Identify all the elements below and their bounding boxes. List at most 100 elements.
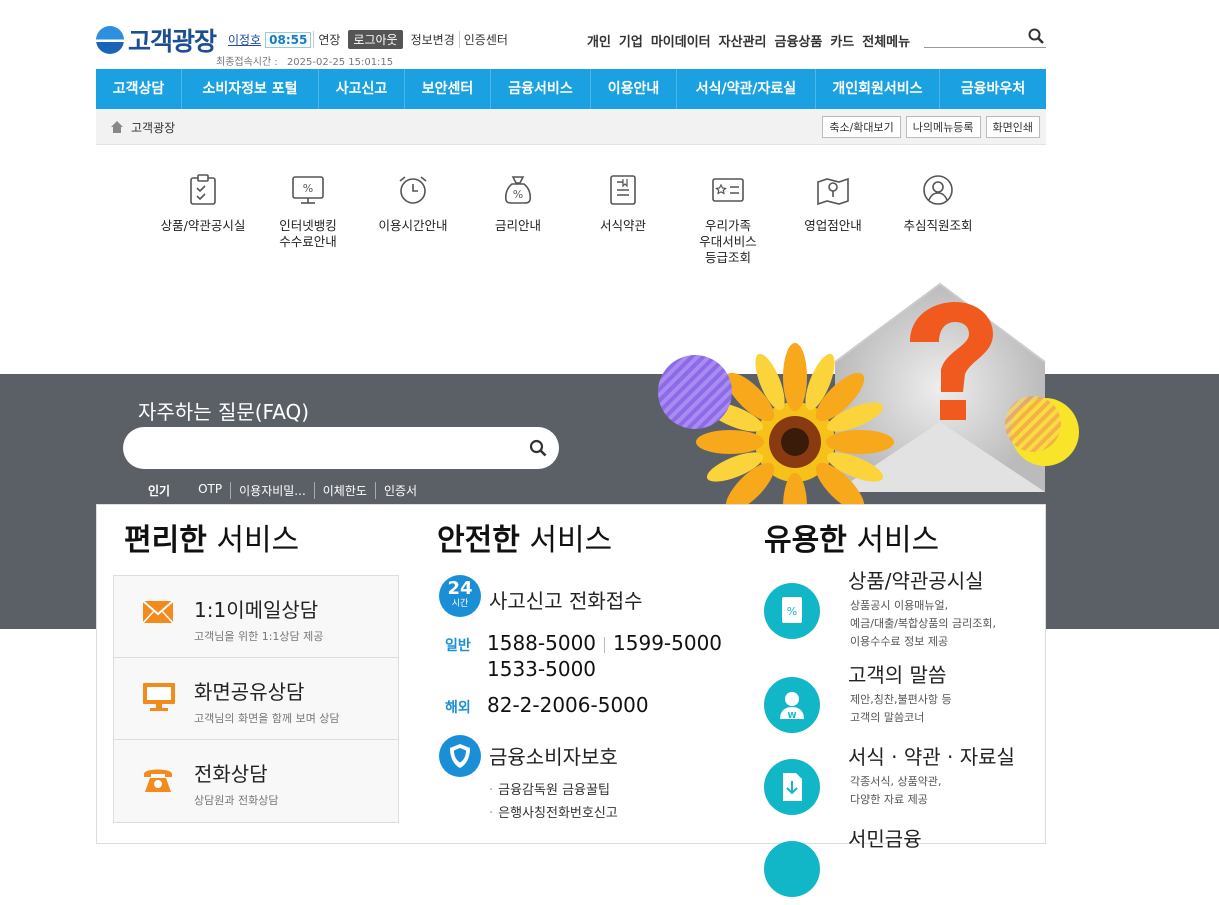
- gnb-security-center[interactable]: 보안센터: [405, 69, 491, 109]
- safe-title: 안전한 서비스: [437, 523, 613, 558]
- useful-item-forms[interactable]: 서식 · 약관 · 자료실 각종서식, 상품약관, 다양한 자료 제공: [764, 741, 1044, 823]
- breadcrumb: 고객광장 축소/확대보기 나의메뉴등록 화면인쇄: [96, 109, 1046, 145]
- gnb-financial-service[interactable]: 금융서비스: [491, 69, 591, 109]
- clipboard-check-icon: [190, 174, 216, 205]
- logo-mark-icon: [96, 26, 124, 54]
- my-menu-button[interactable]: 나의메뉴등록: [905, 116, 981, 138]
- quick-item-forms[interactable]: 서식약관: [568, 174, 678, 234]
- map-pin-icon: [817, 177, 849, 206]
- convenient-list: 1:1이메일상담 고객님을 위한 1:1상담 제공 화면공유상담 고객님의 화면…: [113, 575, 399, 823]
- top-nav-all-menu[interactable]: 전체메뉴: [862, 31, 910, 50]
- services-panel: 편리한 서비스 안전한 서비스 유용한 서비스 1:1이메일상담 고객님을 위한…: [96, 504, 1046, 897]
- quick-item-fee-guide[interactable]: % 인터넷뱅킹 수수료안내: [253, 174, 363, 250]
- phone-number[interactable]: 1588-5000: [487, 631, 596, 655]
- protect-link-tips[interactable]: 금융감독원 금융꿀팁: [489, 779, 610, 798]
- quick-label: 인터넷뱅킹 수수료안내: [279, 218, 337, 249]
- keyword-transfer-limit[interactable]: 이체한도: [315, 482, 376, 499]
- quick-item-product-notice[interactable]: 상품/약관공시실: [148, 174, 258, 234]
- keyword-password[interactable]: 이용자비밀...: [231, 482, 315, 499]
- item-title: 상품/약관공시실: [848, 569, 984, 593]
- phone-number[interactable]: 82-2-2006-5000: [487, 693, 649, 717]
- user-name-link[interactable]: 이정호: [228, 31, 261, 48]
- useful-item-finance[interactable]: 서민금융: [764, 823, 1044, 905]
- gnb-member-service[interactable]: 개인회원서비스: [816, 69, 940, 109]
- quick-item-branch[interactable]: 영업점안내: [778, 174, 888, 234]
- header-search-input[interactable]: [924, 27, 1024, 47]
- top-nav-products[interactable]: 금융상품: [775, 31, 823, 50]
- screen-share-item[interactable]: 화면공유상담 고객님의 화면을 함께 보며 상담: [114, 658, 398, 740]
- document-percent-icon: %: [764, 583, 820, 639]
- last-login: 최종접속시간 : 2025-02-25 15:01:15: [216, 57, 394, 68]
- top-nav-asset[interactable]: 자산관리: [719, 31, 767, 50]
- faq-search: [123, 427, 559, 469]
- auth-center-link[interactable]: 인증센터: [460, 31, 512, 48]
- zoom-button[interactable]: 축소/확대보기: [822, 116, 901, 138]
- quick-item-hours[interactable]: 이용시간안내: [358, 174, 468, 234]
- general-number-extra: 1533-5000: [487, 657, 596, 681]
- useful-item-voice[interactable]: W 고객의 말씀 제안,칭찬,불편사항 등 고객의 말씀코너: [764, 659, 1044, 741]
- session-timer: 08:55: [265, 31, 312, 48]
- quick-label: 상품/약관공시실: [160, 218, 246, 233]
- item-title: 1:1이메일상담: [194, 598, 319, 622]
- gnb-counsel[interactable]: 고객상담: [96, 69, 182, 109]
- item-desc: 고객님을 위한 1:1상담 제공: [194, 630, 324, 643]
- gnb-usage-guide[interactable]: 이용안내: [591, 69, 677, 109]
- consumer-protect-title[interactable]: 금융소비자보호: [489, 741, 618, 770]
- page-tools: 축소/확대보기 나의메뉴등록 화면인쇄: [817, 116, 1040, 138]
- item-desc: 상담원과 전화상담: [194, 794, 279, 807]
- top-nav-mydata[interactable]: 마이데이터: [651, 31, 711, 50]
- overseas-number: 해외 82-2-2006-5000: [445, 693, 649, 717]
- monitor-percent-icon: %: [292, 176, 324, 204]
- edit-info-link[interactable]: 정보변경: [407, 31, 460, 48]
- phone-counsel-item[interactable]: 전화상담 상담원과 전화상담: [114, 740, 398, 822]
- phone-number[interactable]: 1599-5000: [613, 631, 722, 655]
- envelope-icon: [142, 600, 174, 624]
- general-numbers: 일반 1588-5000 1599-5000: [445, 631, 723, 655]
- quick-item-family-grade[interactable]: 우리가족 우대서비스 등급조회: [673, 174, 783, 266]
- useful-title: 유용한 서비스: [764, 523, 940, 558]
- logo[interactable]: 고객광장: [96, 22, 217, 58]
- top-nav-personal[interactable]: 개인: [587, 31, 611, 50]
- quick-label: 추심직원조회: [903, 218, 973, 233]
- phone-number[interactable]: 1533-5000: [487, 657, 596, 681]
- faq-search-input[interactable]: [143, 437, 523, 459]
- quick-item-collector[interactable]: 추심직원조회: [883, 174, 993, 234]
- person-search-icon: [923, 175, 953, 205]
- item-title: 전화상담: [194, 762, 268, 786]
- user-bar: 이정호 08:55 연장 로그아웃 정보변경 인증센터: [228, 30, 512, 49]
- item-title: 서민금융: [848, 827, 922, 851]
- keyword-certificate[interactable]: 인증서: [376, 482, 425, 499]
- quick-menu: 상품/약관공시실 % 인터넷뱅킹 수수료안내 이용시간안내 % 금리안내 서식약…: [140, 170, 990, 280]
- flower-envelope-image: [658, 282, 1079, 504]
- search-icon[interactable]: [1028, 28, 1044, 44]
- quick-item-interest[interactable]: % 금리안내: [463, 174, 573, 234]
- search-icon[interactable]: [529, 439, 547, 457]
- popular-keywords: 인기 OTP 이용자비밀... 이체한도 인증서: [148, 482, 425, 499]
- 24h-badge-icon: 24 시간: [439, 575, 481, 617]
- top-nav-business[interactable]: 기업: [619, 31, 643, 50]
- quick-label: 금리안내: [494, 218, 541, 233]
- quick-label: 우리가족 우대서비스 등급조회: [699, 218, 757, 265]
- gnb-consumer-portal[interactable]: 소비자정보 포털: [182, 69, 319, 109]
- breadcrumb-current: 고객광장: [131, 121, 176, 135]
- header: 고객광장 이정호 08:55 연장 로그아웃 정보변경 인증센터 최종접속시간 …: [96, 0, 1046, 68]
- quick-label: 이용시간안내: [378, 218, 448, 233]
- useful-item-product-notice[interactable]: % 상품/약관공시실 상품공시 이용매뉴얼, 예금/대출/복합상품의 금리조회,…: [764, 565, 1044, 648]
- item-desc: 제안,칭찬,불편사항 등 고객의 말씀코너: [850, 693, 952, 724]
- top-nav-card[interactable]: 카드: [830, 31, 854, 50]
- gnb-voucher[interactable]: 금융바우처: [940, 69, 1046, 109]
- keyword-otp[interactable]: OTP: [190, 482, 232, 499]
- home-icon[interactable]: [110, 120, 124, 134]
- email-counsel-item[interactable]: 1:1이메일상담 고객님을 위한 1:1상담 제공: [114, 576, 398, 658]
- telephone-icon: [144, 769, 172, 792]
- extend-session-button[interactable]: 연장: [313, 31, 344, 48]
- svg-text:W: W: [788, 711, 797, 720]
- monitor-icon: [143, 683, 175, 711]
- header-search: [924, 26, 1046, 48]
- print-button[interactable]: 화면인쇄: [985, 116, 1040, 138]
- item-title: 화면공유상담: [194, 680, 305, 704]
- protect-link-report[interactable]: 은행사칭전화번호신고: [489, 802, 618, 821]
- logout-button[interactable]: 로그아웃: [348, 30, 403, 49]
- gnb-accident-report[interactable]: 사고신고: [319, 69, 405, 109]
- gnb-forms[interactable]: 서식/약관/자료실: [677, 69, 816, 109]
